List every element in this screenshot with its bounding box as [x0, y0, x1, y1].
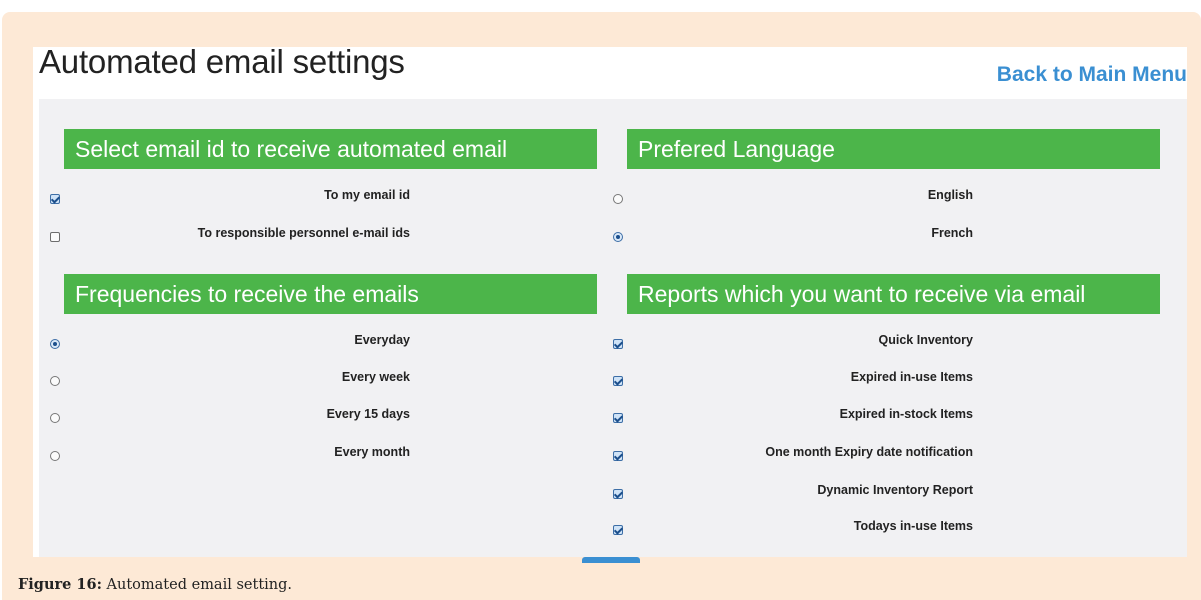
one-month-expiry-checkbox[interactable] [613, 451, 623, 461]
email-target-section-title: Select email id to receive automated ema… [64, 129, 597, 169]
every-15-days-radio[interactable] [50, 413, 60, 423]
responsible-personnel-checkbox[interactable] [50, 232, 60, 242]
todays-in-use-checkbox[interactable] [613, 525, 623, 535]
language-section-title: Prefered Language [627, 129, 1160, 169]
option-label: Everyday [354, 333, 410, 347]
option-label: Expired in-stock Items [839, 407, 973, 421]
option-label: Quick Inventory [878, 333, 973, 347]
email-target-option-my-email: To my email id [50, 188, 466, 208]
report-option-todays-in-use: Todays in-use Items [613, 519, 1029, 539]
settings-panel: Select email id to receive automated ema… [39, 99, 1187, 557]
frequency-option-every-month: Every month [50, 445, 466, 465]
expired-in-stock-checkbox[interactable] [613, 413, 623, 423]
option-label: Every week [341, 370, 410, 384]
save-button[interactable] [582, 557, 640, 563]
email-target-option-responsible: To responsible personnel e-mail ids [50, 226, 466, 246]
report-option-quick-inventory: Quick Inventory [613, 333, 1029, 353]
frequency-option-everyday: Everyday [50, 333, 466, 353]
expired-in-use-checkbox[interactable] [613, 376, 623, 386]
reports-section-title: Reports which you want to receive via em… [627, 274, 1160, 314]
option-label: Dynamic Inventory Report [817, 483, 973, 497]
language-option-english: English [613, 188, 1029, 208]
quick-inventory-checkbox[interactable] [613, 339, 623, 349]
report-option-dynamic-inventory: Dynamic Inventory Report [613, 483, 1029, 503]
option-label: To my email id [324, 188, 410, 202]
dynamic-inventory-checkbox[interactable] [613, 489, 623, 499]
report-option-expired-in-use: Expired in-use Items [613, 370, 1029, 390]
caption-text: Automated email setting. [101, 577, 293, 593]
option-label: Expired in-use Items [850, 370, 973, 384]
caption-label: Figure 16: [18, 576, 102, 593]
every-month-radio[interactable] [50, 451, 60, 461]
report-option-one-month-expiry: One month Expiry date notification [613, 445, 1029, 465]
every-week-radio[interactable] [50, 376, 60, 386]
option-label: To responsible personnel e-mail ids [197, 226, 410, 240]
back-to-main-menu-link[interactable]: Back to Main Menu [997, 63, 1187, 87]
frequency-option-every-week: Every week [50, 370, 466, 390]
frequency-option-every-15-days: Every 15 days [50, 407, 466, 427]
frequency-section-title: Frequencies to receive the emails [64, 274, 597, 314]
option-label: Every 15 days [326, 407, 410, 421]
my-email-checkbox[interactable] [50, 194, 60, 204]
option-label: Every month [334, 445, 410, 459]
option-label: One month Expiry date notification [765, 445, 973, 459]
language-option-french: French [613, 226, 1029, 246]
figure-caption: Figure 16: Automated email setting. [18, 576, 292, 593]
report-option-expired-in-stock: Expired in-stock Items [613, 407, 1029, 427]
email-settings-window: Automated email settings Back to Main Me… [33, 43, 1187, 557]
french-radio[interactable] [613, 232, 623, 242]
option-label: Todays in-use Items [853, 519, 973, 533]
english-radio[interactable] [613, 194, 623, 204]
option-label: French [931, 226, 973, 240]
option-label: English [927, 188, 973, 202]
page-title: Automated email settings [39, 43, 405, 80]
everyday-radio[interactable] [50, 339, 60, 349]
